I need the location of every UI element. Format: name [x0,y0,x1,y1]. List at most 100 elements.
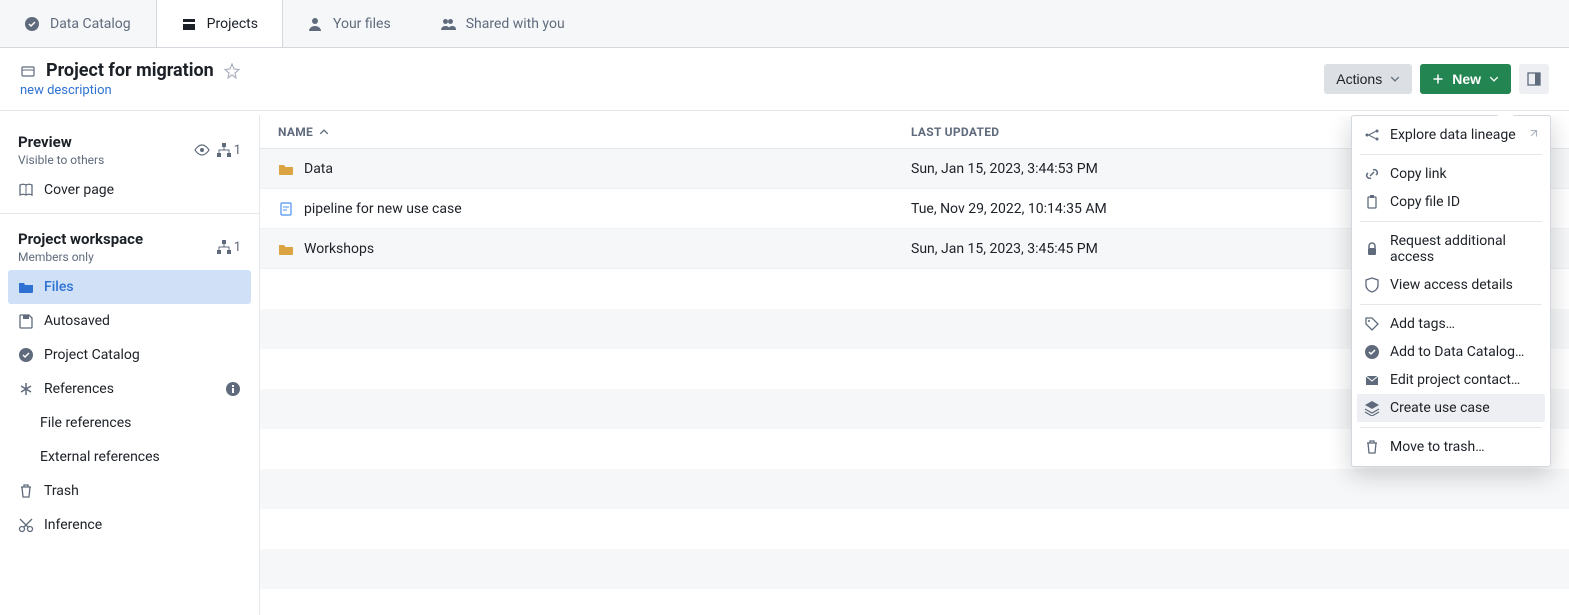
cut-icon [18,517,34,533]
check-circle-icon [24,16,40,32]
divider [1360,427,1542,428]
plus-icon [1432,73,1444,85]
dd-edit-contact[interactable]: Edit project contact… [1352,366,1550,394]
sidebar-item-trash[interactable]: Trash [0,474,259,508]
sidebar-item-label: Project Catalog [44,347,140,363]
sidebar-item-inference[interactable]: Inference [0,508,259,542]
workspace-subtitle: Members only [18,250,143,264]
cover-page-label: Cover page [44,182,114,198]
empty-row [260,469,1569,509]
chevron-down-icon [1390,74,1400,84]
info-icon[interactable] [225,381,241,397]
sub-item-label: External references [40,449,160,465]
divider [0,213,259,214]
preview-count[interactable]: 1 [216,142,241,158]
sidebar-item-autosaved[interactable]: Autosaved [0,304,259,338]
dd-add-catalog[interactable]: Add to Data Catalog… [1352,338,1550,366]
new-label: New [1452,71,1481,87]
sidebar-item-project-catalog[interactable]: Project Catalog [0,338,259,372]
mail-icon [1364,372,1380,388]
folder-icon [278,241,294,257]
link-icon [1364,166,1380,182]
tab-label: Projects [207,16,258,32]
dd-move-trash[interactable]: Move to trash… [1352,433,1550,461]
preview-subtitle: Visible to others [18,153,104,167]
dd-copy-link[interactable]: Copy link [1352,160,1550,188]
row-name: pipeline for new use case [304,201,462,217]
file-icon [278,201,294,217]
sidebar-item-label: Files [44,279,74,295]
shield-icon [1364,277,1380,293]
check-circle-icon [18,347,34,363]
divider [1360,304,1542,305]
workspace-title: Project workspace [18,230,143,248]
sidebar-sub-external-references[interactable]: External references [0,440,259,474]
tab-data-catalog[interactable]: Data Catalog [0,0,156,47]
dd-copy-file-id[interactable]: Copy file ID [1352,188,1550,216]
empty-row [260,549,1569,589]
floppy-icon [18,313,34,329]
tab-shared-with-you[interactable]: Shared with you [416,0,590,47]
workspace-count[interactable]: 1 [216,239,241,255]
top-tabs: Data Catalog Projects Your files Shared … [0,0,1569,48]
star-icon[interactable] [224,63,240,79]
clipboard-icon [1364,194,1380,210]
lineage-icon [1364,127,1380,143]
sidebar-preview-section: Preview Visible to others 1 [0,123,259,173]
row-name: Data [304,161,333,177]
sidebar-item-label: References [44,381,114,397]
trash-icon [18,483,34,499]
preview-title: Preview [18,133,104,151]
dd-create-use-case[interactable]: Create use case [1357,394,1545,422]
folder-icon [278,161,294,177]
sidebar-sub-file-references[interactable]: File references [0,406,259,440]
sitemap-icon [216,239,232,255]
row-name: Workshops [304,241,374,257]
dd-add-tags[interactable]: Add tags… [1352,310,1550,338]
sidebar-item-label: Autosaved [44,313,110,329]
tab-label: Data Catalog [50,16,131,32]
actions-button[interactable]: Actions [1324,64,1412,94]
external-icon [1526,129,1538,141]
title-row: Project for migration [20,60,240,81]
eye-icon[interactable] [194,142,210,158]
sidebar-workspace-section: Project workspace Members only 1 [0,220,259,270]
sidebar-item-files[interactable]: Files [8,270,251,304]
tab-projects[interactable]: Projects [156,0,283,47]
project-title: Project for migration [46,60,214,81]
tab-label: Shared with you [466,16,565,32]
lock-icon [1364,241,1380,257]
header-right: Actions New [1324,64,1549,94]
sidebar-cover-page[interactable]: Cover page [0,173,259,207]
divider [1360,221,1542,222]
panel-icon [1526,71,1542,87]
folder-open-icon [18,279,34,295]
project-icon [20,63,36,79]
sidebar-item-references[interactable]: References [0,372,259,406]
main-content: NAME LAST UPDATED Data Sun, Jan 15, 2023… [260,115,1569,615]
sub-item-label: File references [40,415,131,431]
check-circle-icon [1364,344,1380,360]
new-button[interactable]: New [1420,64,1511,94]
asterisk-icon [18,381,34,397]
actions-label: Actions [1336,71,1382,87]
panel-toggle-button[interactable] [1519,64,1549,94]
project-description[interactable]: new description [20,83,240,98]
trash-icon [1364,439,1380,455]
sidebar: Preview Visible to others 1 Cover page [0,115,260,615]
chevron-down-icon [1489,74,1499,84]
dd-view-access[interactable]: View access details [1352,271,1550,299]
column-header-name[interactable]: NAME [278,125,911,139]
actions-dropdown: Explore data lineage Copy link Copy file… [1351,115,1551,467]
divider [1360,154,1542,155]
tag-icon [1364,316,1380,332]
tab-your-files[interactable]: Your files [283,0,416,47]
empty-row [260,589,1569,615]
people-icon [440,16,456,32]
dd-explore-lineage[interactable]: Explore data lineage [1352,121,1550,149]
projects-icon [181,16,197,32]
empty-row [260,509,1569,549]
tab-label: Your files [333,16,391,32]
dd-request-access[interactable]: Request additional access [1352,227,1550,271]
layers-icon [1364,400,1380,416]
